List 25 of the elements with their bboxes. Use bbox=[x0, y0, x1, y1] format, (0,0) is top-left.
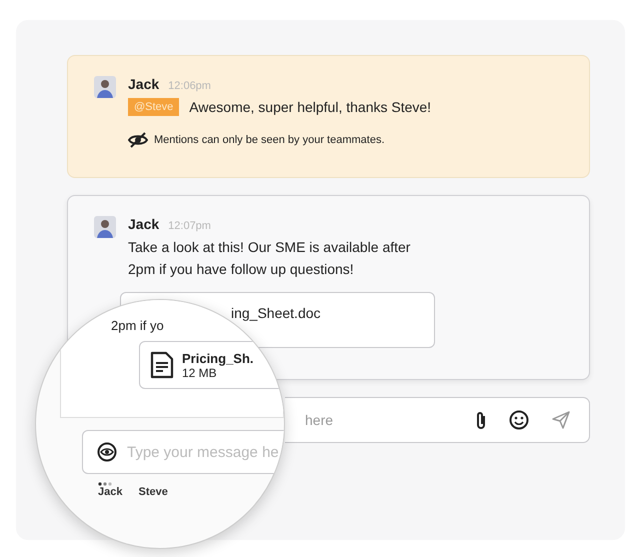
message-text: Awesome, super helpful, thanks Steve! bbox=[189, 98, 432, 117]
author-name: Jack bbox=[128, 76, 160, 92]
paperclip-icon[interactable] bbox=[475, 410, 487, 430]
message-time: 12:06pm bbox=[168, 80, 211, 92]
send-icon[interactable] bbox=[551, 410, 571, 430]
eye-icon[interactable] bbox=[97, 442, 117, 462]
participant-name[interactable]: Steve bbox=[138, 486, 168, 498]
message-text: Take a look at this! Our SME is available after 2pm if you have follow up questions! bbox=[128, 238, 412, 279]
mention-notice: Mentions can only be seen by your teammates. bbox=[154, 134, 385, 146]
author-name: Jack bbox=[128, 216, 160, 232]
eye-slash-icon bbox=[128, 132, 148, 148]
participant-name[interactable]: Jack bbox=[98, 486, 122, 498]
avatar-icon bbox=[94, 76, 116, 98]
file-size: 12 MB bbox=[182, 366, 217, 380]
message-input[interactable]: Type your message he bbox=[127, 444, 284, 460]
emoji-icon[interactable] bbox=[509, 410, 529, 430]
document-icon bbox=[150, 351, 174, 379]
message-composer[interactable]: here bbox=[285, 397, 590, 443]
message-time: 12:07pm bbox=[168, 220, 211, 232]
file-name: Pricing_Sh. bbox=[182, 350, 254, 366]
message-input[interactable]: here bbox=[305, 412, 453, 428]
file-name: ing_Sheet.doc bbox=[231, 305, 321, 321]
typing-dots-icon bbox=[98, 482, 112, 486]
avatar-icon bbox=[94, 216, 116, 238]
message-composer[interactable]: Type your message he bbox=[82, 430, 284, 474]
